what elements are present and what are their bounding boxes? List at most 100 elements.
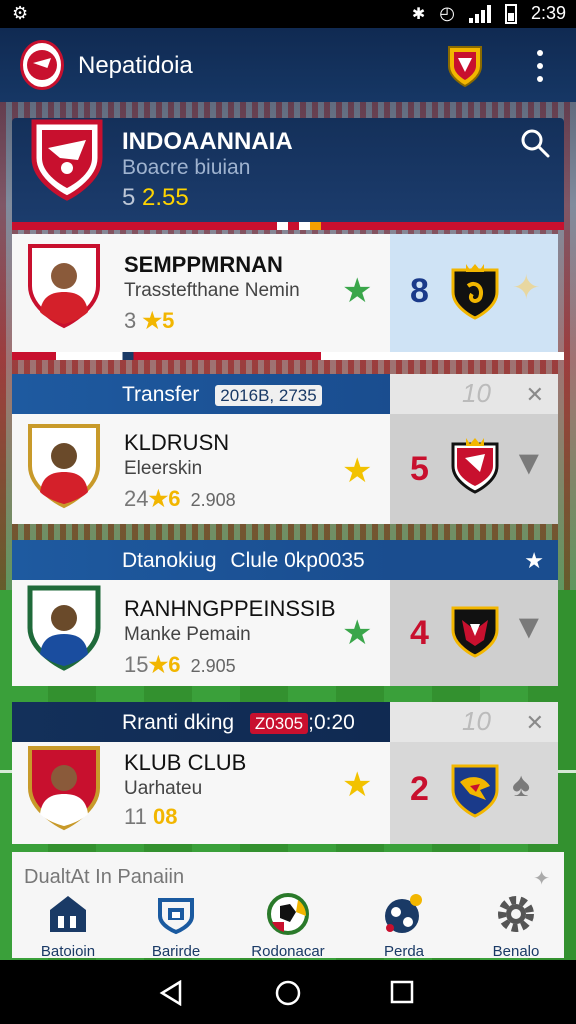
list-item[interactable]: SEMPPMRNAN Trasstefthane Nemin 3 ★5 ★ 8 … bbox=[12, 234, 558, 352]
battery-icon bbox=[504, 3, 517, 24]
score-prefix: 11 bbox=[124, 804, 147, 829]
player-name: RANHNGPPEINSSIB bbox=[124, 596, 336, 621]
player-name: SEMPPMRNAN bbox=[124, 252, 283, 277]
nav-label: Batoioin bbox=[40, 943, 96, 960]
favorite-star-icon[interactable]: ★ bbox=[342, 454, 372, 488]
club-crest-icon[interactable] bbox=[446, 44, 484, 88]
player-name: KLUB CLUB bbox=[124, 750, 247, 775]
app-logo-icon[interactable] bbox=[20, 40, 64, 90]
player-subtitle: Trasstefthane Nemin bbox=[124, 280, 300, 301]
player-score: 11 08 bbox=[124, 804, 177, 830]
close-icon[interactable]: ✕ bbox=[526, 710, 544, 736]
banner-ghost: 10 bbox=[462, 378, 491, 408]
banner-ghost: 10 bbox=[462, 706, 491, 736]
star-icon: ★ bbox=[148, 652, 169, 677]
more-vert-icon bbox=[537, 50, 543, 56]
league-score-value: 2.55 bbox=[142, 184, 189, 211]
recents-icon[interactable] bbox=[390, 980, 414, 1004]
list-item-body: KLUB CLUB Uarhateu 11 08 ★ bbox=[12, 742, 390, 844]
club-crest-icon bbox=[451, 264, 499, 320]
score-value: 08 bbox=[152, 804, 178, 829]
score-extra: 2.908 bbox=[190, 490, 236, 510]
list-item[interactable]: Dtanokiug Clule 0kp0035 ★ RANHNGPPEINSSI… bbox=[12, 540, 558, 686]
favorite-star-icon[interactable]: ★ bbox=[342, 616, 372, 650]
nav-label: Rodonacar bbox=[251, 943, 325, 960]
list-item-body: RANHNGPPEINSSIB Manke Pemain 15★6 2.905 … bbox=[12, 580, 390, 686]
bluetooth-icon: ✱ bbox=[411, 5, 426, 23]
stats-icon bbox=[385, 894, 422, 933]
player-subtitle: Uarhateu bbox=[124, 778, 203, 799]
nav-item-settings[interactable]: Benalo bbox=[466, 892, 566, 960]
alarm-icon: ◴ bbox=[439, 3, 455, 23]
row-banner-actions: 10 ✕ bbox=[390, 702, 558, 742]
nav-item-stats[interactable]: Perda bbox=[354, 892, 454, 960]
row-banner-actions: ★ bbox=[390, 540, 558, 580]
league-crest-icon bbox=[31, 119, 103, 201]
home-icon bbox=[50, 896, 86, 932]
nav-item-home[interactable]: Batoioin bbox=[18, 892, 118, 960]
row-banner: Rranti dking Z0305 ;0:20 bbox=[12, 702, 390, 742]
banner-tag-tail: ;0:20 bbox=[308, 711, 355, 734]
player-score: 3 ★5 bbox=[124, 308, 174, 334]
nav-item-team[interactable]: Barirde bbox=[126, 892, 226, 960]
star-icon[interactable]: ✦ bbox=[512, 268, 541, 308]
shield-icon[interactable]: ▼ bbox=[512, 444, 546, 483]
system-navigation-bar bbox=[0, 960, 576, 1024]
banner-label: Dtanokiug bbox=[122, 549, 217, 572]
club-panel[interactable]: 4 ▼ bbox=[390, 580, 558, 686]
score-prefix: 15 bbox=[124, 652, 149, 677]
star-icon[interactable]: ★ bbox=[524, 548, 544, 574]
search-icon[interactable] bbox=[520, 128, 550, 158]
club-crest-icon bbox=[451, 764, 499, 818]
club-panel[interactable]: 5 ▼ bbox=[390, 414, 558, 524]
player-avatar bbox=[28, 424, 100, 509]
app-title: Nepatidoia bbox=[78, 52, 193, 79]
score-prefix: 24 bbox=[124, 486, 149, 511]
banner-tag: 2016B, 2735 bbox=[215, 385, 322, 406]
back-icon[interactable] bbox=[158, 980, 184, 1006]
ball-icon bbox=[267, 893, 309, 935]
bottom-nav-title: DualtAt In Panaiin bbox=[24, 866, 185, 888]
shield-icon[interactable]: ▼ bbox=[512, 608, 546, 647]
club-panel[interactable]: 8 ✦ bbox=[390, 234, 558, 352]
puzzle-icon[interactable]: ✦ bbox=[533, 866, 550, 891]
player-subtitle: Manke Pemain bbox=[124, 624, 251, 645]
league-header-card[interactable]: INDOAANNAIA Boacre biuian 5 2.55 bbox=[12, 118, 564, 230]
team-icon bbox=[158, 898, 194, 935]
score-value: 6 bbox=[168, 652, 181, 677]
clock: 2:39 bbox=[530, 3, 566, 23]
player-avatar bbox=[27, 585, 101, 671]
player-subtitle: Eleerskin bbox=[124, 458, 203, 479]
nav-label: Benalo bbox=[492, 943, 540, 960]
star-icon: ★ bbox=[148, 486, 169, 511]
signal-icon bbox=[468, 4, 491, 23]
rank-number: 5 bbox=[410, 450, 429, 488]
favorite-star-icon[interactable]: ★ bbox=[342, 768, 372, 802]
list-item-body: SEMPPMRNAN Trasstefthane Nemin 3 ★5 ★ bbox=[12, 234, 390, 352]
league-score-prefix: 5 bbox=[122, 184, 136, 211]
trophy-icon[interactable]: ♠ bbox=[512, 766, 530, 805]
list-item[interactable]: Transfer 2016B, 2735 10 ✕ KLDRUSN Eleers… bbox=[12, 374, 558, 524]
banner-tag: Z0305 bbox=[249, 713, 309, 734]
more-menu-button[interactable] bbox=[530, 50, 550, 82]
score-prefix: 3 bbox=[124, 308, 137, 333]
score-extra: 2.905 bbox=[190, 656, 236, 676]
nav-label: Perda bbox=[383, 943, 425, 960]
divider-stripe bbox=[12, 352, 564, 360]
favorite-star-icon[interactable]: ★ bbox=[342, 274, 372, 308]
score-value: 5 bbox=[162, 308, 175, 333]
row-banner-actions: 10 ✕ bbox=[390, 374, 558, 414]
close-icon[interactable]: ✕ bbox=[526, 382, 544, 408]
rank-number: 4 bbox=[410, 614, 429, 652]
club-panel[interactable]: 2 ♠ bbox=[390, 742, 558, 844]
home-circle-icon[interactable] bbox=[275, 980, 301, 1006]
club-crest-icon bbox=[451, 438, 499, 494]
rank-number: 8 bbox=[410, 272, 429, 310]
nav-item-ball[interactable]: Rodonacar bbox=[238, 892, 338, 960]
banner-label: Rranti dking bbox=[122, 711, 235, 734]
nav-label: Barirde bbox=[151, 943, 201, 960]
league-score: 5 2.55 bbox=[122, 184, 189, 212]
list-item[interactable]: Rranti dking Z0305 ;0:20 10 ✕ KLUB CLUB U… bbox=[12, 702, 558, 844]
hero-stripe bbox=[12, 222, 564, 230]
player-name: KLDRUSN bbox=[124, 430, 230, 455]
